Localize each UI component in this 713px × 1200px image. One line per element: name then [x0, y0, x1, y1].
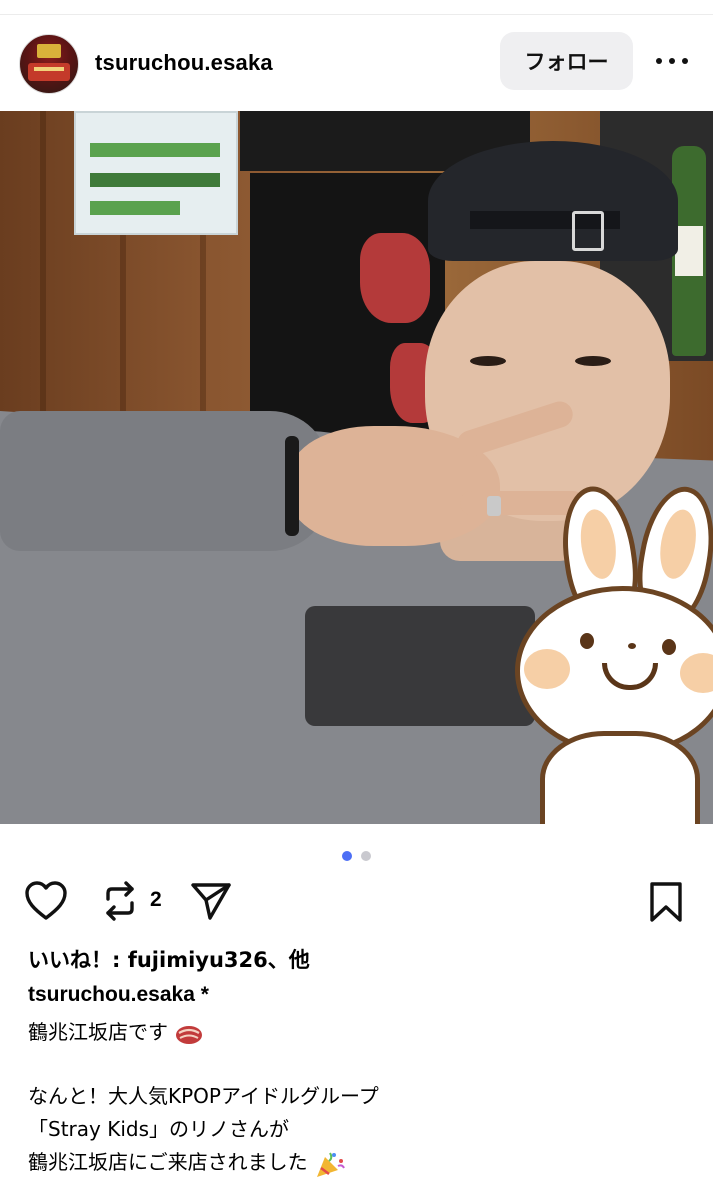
party-popper-emoji — [316, 1151, 345, 1177]
caption-line-1: 鶴兆江坂店です — [28, 1016, 204, 1047]
top-divider — [0, 14, 713, 15]
bunny-sticker — [512, 480, 713, 824]
caption-line-5: 鶴兆江坂店にご来店されました — [28, 1146, 346, 1179]
wall-poster — [74, 111, 238, 235]
pager-dot-active — [341, 851, 352, 861]
bookmark-icon[interactable] — [648, 881, 684, 923]
meat-emoji — [176, 1025, 203, 1044]
action-bar — [0, 876, 713, 926]
carousel-pager — [0, 846, 713, 861]
send-icon[interactable] — [190, 880, 232, 922]
repost-icon[interactable] — [100, 879, 140, 923]
post-header: tsuruchou.esaka フォロー — [0, 28, 713, 96]
post-username[interactable]: tsuruchou.esaka — [95, 50, 273, 76]
caption-line-4: 「Stray Kids」のリノさんが — [28, 1117, 289, 1141]
caption-username[interactable]: tsuruchou.esaka * — [28, 983, 209, 1007]
caption-line-3: なんと！大人気KPOPアイドルグループ — [28, 1084, 379, 1108]
post-image[interactable] — [0, 111, 713, 824]
repost-count: 2 — [150, 888, 162, 911]
more-icon[interactable] — [650, 50, 694, 72]
likes-text[interactable]: いいね！: fujimiyu326、他 — [28, 944, 310, 974]
follow-button[interactable]: フォロー — [500, 32, 633, 90]
pager-dot — [361, 851, 372, 861]
person-cap — [428, 141, 678, 261]
avatar[interactable] — [19, 34, 79, 94]
heart-icon[interactable] — [24, 880, 68, 922]
